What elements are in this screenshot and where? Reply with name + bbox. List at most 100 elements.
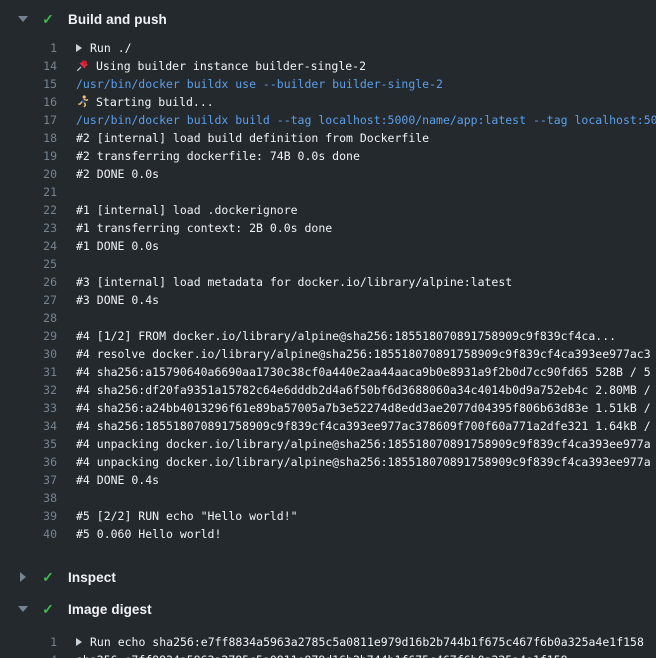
section-title: Inspect [68, 570, 116, 585]
line-text: /usr/bin/docker buildx build --tag local… [76, 111, 656, 129]
log-line: 29 #4 [1/2] FROM docker.io/library/alpine… [0, 327, 656, 345]
section-header-inspect[interactable]: ✓ Inspect [0, 561, 656, 593]
line-text: #1 transferring context: 2B 0.0s done [76, 219, 332, 237]
line-text: Run echo sha256:e7ff8834a5963a2785c5a081… [76, 633, 644, 651]
line-text: #4 sha256:df20fa9351a15782c64e6dddb2d4a6… [76, 381, 651, 399]
log-line: 37 #4 DONE 0.4s [0, 471, 656, 489]
line-text: #5 0.060 Hello world! [76, 525, 221, 543]
line-text: #4 resolve docker.io/library/alpine@sha2… [76, 345, 651, 363]
log-line: 38 [0, 489, 656, 507]
line-text: #4 sha256:a24bb4013296f61e89ba57005a7b3e… [76, 399, 651, 417]
log-line: 18#2 [internal] load build definition fr… [0, 129, 656, 147]
line-number[interactable]: 40 [0, 525, 57, 543]
log-line: 36 #4 unpacking docker.io/library/alpine@… [0, 453, 656, 471]
line-text: sha256:e7ff8834a5963a2785c5a0811e979d16b… [76, 651, 568, 658]
line-text: #4 unpacking docker.io/library/alpine@sh… [76, 453, 651, 471]
log-line: 1 Run ./ [0, 39, 656, 57]
line-number[interactable]: 30 [0, 345, 57, 363]
success-check-icon: ✓ [40, 12, 56, 26]
log-lines-image-digest: 1 Run echo sha256:e7ff8834a5963a2785c5a08… [0, 625, 656, 658]
line-number[interactable]: 34 [0, 417, 57, 435]
line-number[interactable]: 1 [0, 39, 57, 57]
log-line: 33 #4 sha256:a24bb4013296f61e89ba57005a7b… [0, 399, 656, 417]
chevron-down-icon[interactable] [18, 606, 28, 612]
line-text: Using builder instance builder-single-2 [76, 57, 366, 75]
line-number[interactable]: 17 [0, 111, 57, 129]
line-number[interactable]: 23 [0, 219, 57, 237]
log-line: 17/usr/bin/docker buildx build --tag loc… [0, 111, 656, 129]
line-number[interactable]: 28 [0, 309, 57, 327]
log-line: 28 [0, 309, 656, 327]
line-text: #1 DONE 0.0s [76, 237, 159, 255]
success-check-icon: ✓ [40, 570, 56, 584]
play-icon[interactable] [76, 638, 82, 646]
line-number[interactable]: 27 [0, 291, 57, 309]
log-line: 15/usr/bin/docker buildx use --builder b… [0, 75, 656, 93]
line-number[interactable]: 36 [0, 453, 57, 471]
line-text: #4 DONE 0.4s [76, 471, 159, 489]
line-text: Starting build... [76, 93, 214, 111]
log-line: 35 #4 unpacking docker.io/library/alpine@… [0, 435, 656, 453]
log-line: 1 Run echo sha256:e7ff8834a5963a2785c5a08… [0, 633, 656, 651]
line-text: #4 [1/2] FROM docker.io/library/alpine@s… [76, 327, 616, 345]
log-line: 21 [0, 183, 656, 201]
log-line: 22 #1 [internal] load .dockerignore [0, 201, 656, 219]
line-number[interactable]: 29 [0, 327, 57, 345]
success-check-icon: ✓ [40, 602, 56, 616]
line-text: #3 DONE 0.4s [76, 291, 159, 309]
line-number[interactable]: 38 [0, 489, 57, 507]
line-number[interactable]: 24 [0, 237, 57, 255]
line-text: #5 [2/2] RUN echo "Hello world!" [76, 507, 298, 525]
runner-icon [76, 95, 89, 108]
log-line: 20 #2 DONE 0.0s [0, 165, 656, 183]
line-number[interactable]: 1 [0, 633, 57, 651]
log-line: 4 sha256:e7ff8834a5963a2785c5a0811e979d16… [0, 651, 656, 658]
line-number[interactable]: 21 [0, 183, 57, 201]
line-number[interactable]: 22 [0, 201, 57, 219]
section-header-image-digest[interactable]: ✓ Image digest [0, 593, 656, 625]
line-number[interactable]: 4 [0, 651, 57, 658]
section-build-and-push: ✓ Build and push 1 Run ./ 14 Using builder … [0, 3, 656, 551]
line-number[interactable]: 19 [0, 147, 57, 165]
section-inspect: ✓ Inspect [0, 561, 656, 593]
line-text: #3 [internal] load metadata for docker.i… [76, 273, 512, 291]
line-number[interactable]: 18 [0, 129, 57, 147]
section-header-build-and-push[interactable]: ✓ Build and push [0, 3, 656, 35]
line-number[interactable]: 14 [0, 57, 57, 75]
log-lines-build-and-push: 1 Run ./ 14 Using builder instance builder-… [0, 35, 656, 551]
line-number[interactable]: 26 [0, 273, 57, 291]
play-icon[interactable] [76, 44, 82, 52]
log-line: 32 #4 sha256:df20fa9351a15782c64e6dddb2d4… [0, 381, 656, 399]
line-text: #4 sha256:a15790640a6690aa1730c38cf0a440… [76, 363, 651, 381]
chevron-down-icon[interactable] [18, 16, 28, 22]
line-text: #4 sha256:185518070891758909c9f839cf4ca3… [76, 417, 651, 435]
line-text: Run ./ [76, 39, 132, 57]
line-text: #1 [internal] load .dockerignore [76, 201, 298, 219]
log-line: 27 #3 DONE 0.4s [0, 291, 656, 309]
log-line: 14 Using builder instance builder-single-… [0, 57, 656, 75]
log-line: 23 #1 transferring context: 2B 0.0s done [0, 219, 656, 237]
section-image-digest: ✓ Image digest 1 Run echo sha256:e7ff8834… [0, 593, 656, 658]
line-number[interactable]: 33 [0, 399, 57, 417]
line-text: #4 unpacking docker.io/library/alpine@sh… [76, 435, 651, 453]
log-line: 34 #4 sha256:185518070891758909c9f839cf4c… [0, 417, 656, 435]
line-number[interactable]: 39 [0, 507, 57, 525]
line-number[interactable]: 20 [0, 165, 57, 183]
log-line: 26 #3 [internal] load metadata for docker… [0, 273, 656, 291]
line-number[interactable]: 37 [0, 471, 57, 489]
line-number[interactable]: 16 [0, 93, 57, 111]
log-line: 39 #5 [2/2] RUN echo "Hello world!" [0, 507, 656, 525]
line-number[interactable]: 25 [0, 255, 57, 273]
chevron-right-icon[interactable] [18, 572, 28, 582]
line-number[interactable]: 15 [0, 75, 57, 93]
section-title: Build and push [68, 12, 167, 27]
log-line: 24 #1 DONE 0.0s [0, 237, 656, 255]
line-text: /usr/bin/docker buildx use --builder bui… [76, 75, 443, 93]
log-line: 25 [0, 255, 656, 273]
line-number[interactable]: 31 [0, 363, 57, 381]
log-line: 40 #5 0.060 Hello world! [0, 525, 656, 543]
line-number[interactable]: 32 [0, 381, 57, 399]
line-number[interactable]: 35 [0, 435, 57, 453]
log-line: 19#2 transferring dockerfile: 74B 0.0s d… [0, 147, 656, 165]
line-text: #2 DONE 0.0s [76, 165, 159, 183]
